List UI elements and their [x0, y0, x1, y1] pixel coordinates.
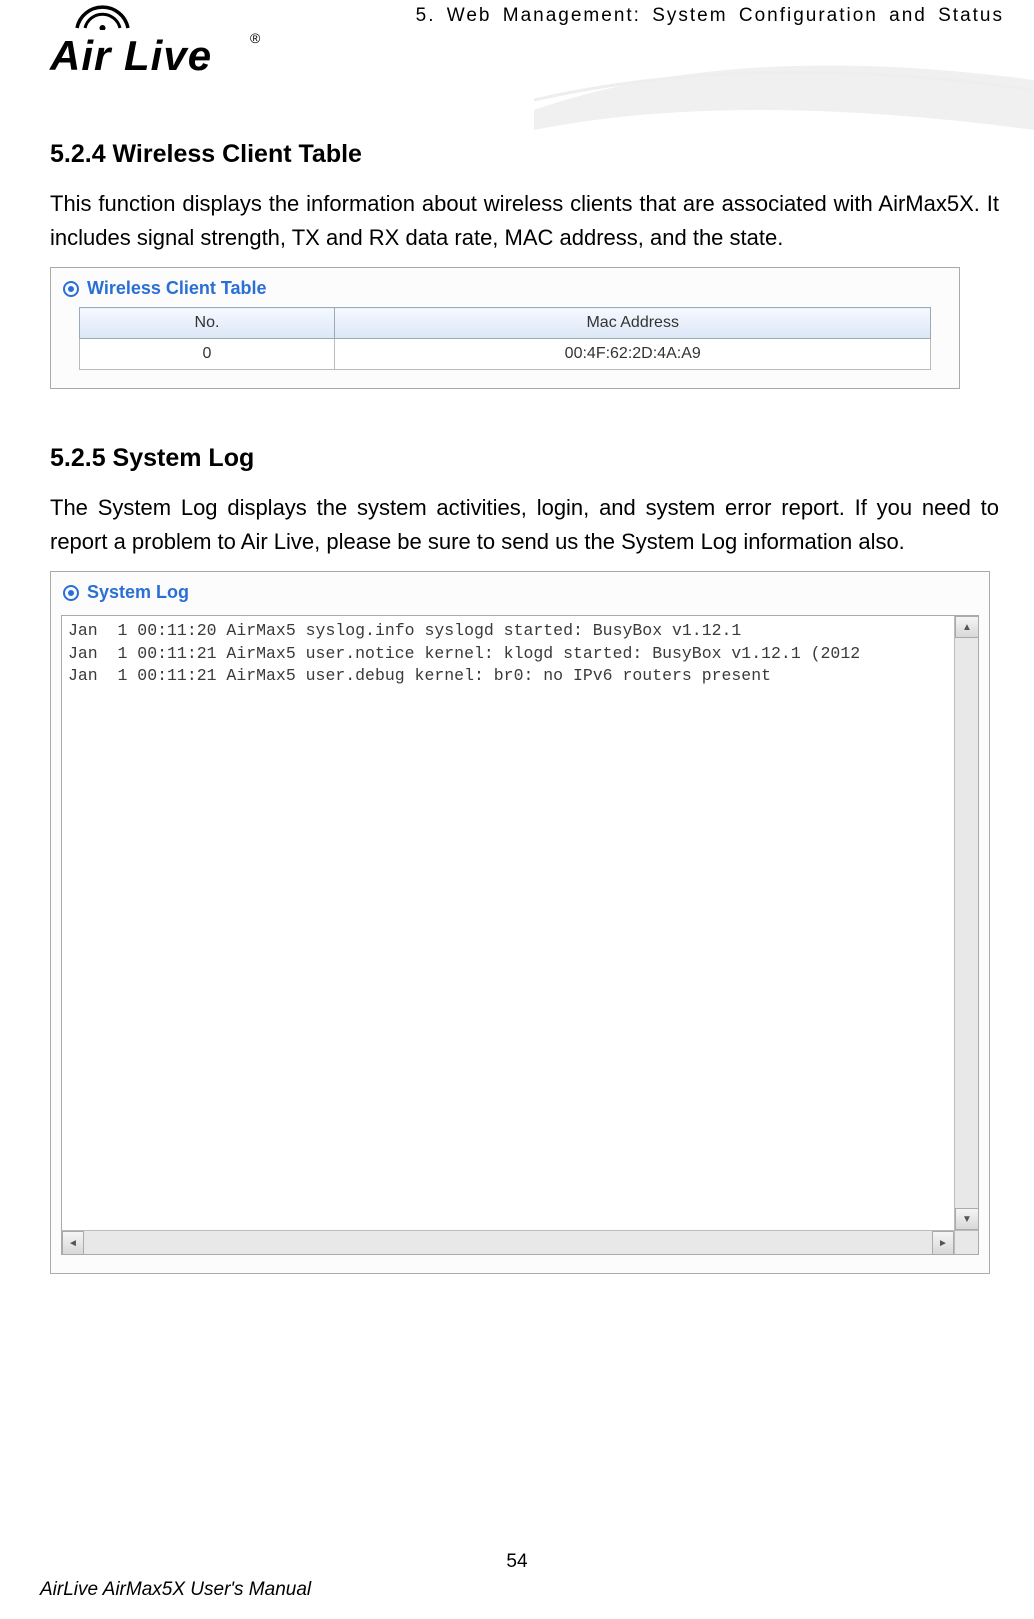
radio-selected-icon — [63, 585, 79, 601]
para-wct: This function displays the information a… — [50, 187, 999, 255]
cell-mac: 00:4F:62:2D:4A:A9 — [335, 339, 931, 370]
logo-text: Air Live — [50, 32, 212, 80]
page-footer: 54 AirLive AirMax5X User's Manual — [0, 1551, 1034, 1601]
page-content: 5.2.4 Wireless Client Table This functio… — [0, 100, 1034, 1274]
page-header: 5. Web Management: System Configuration … — [0, 0, 1034, 100]
scroll-down-icon[interactable]: ▼ — [955, 1208, 979, 1230]
col-mac: Mac Address — [335, 308, 931, 339]
log-textarea[interactable]: Jan 1 00:11:20 AirMax5 syslog.info syslo… — [61, 615, 979, 1255]
vertical-scrollbar[interactable]: ▲ ▼ — [954, 616, 978, 1230]
col-no: No. — [79, 308, 334, 339]
page-number: 54 — [40, 1551, 994, 1573]
manual-title: AirLive AirMax5X User's Manual — [40, 1579, 994, 1601]
chapter-title: 5. Web Management: System Configuration … — [416, 5, 1004, 27]
radio-selected-icon — [63, 281, 79, 297]
panel-title-log: System Log — [87, 582, 189, 603]
panel-title-wct: Wireless Client Table — [87, 278, 267, 299]
horizontal-scrollbar[interactable]: ◄ ► — [62, 1230, 954, 1254]
panel-header-row-log: System Log — [61, 578, 979, 611]
scroll-left-icon[interactable]: ◄ — [62, 1231, 84, 1255]
table-header-row: No. Mac Address — [79, 308, 930, 339]
para-syslog: The System Log displays the system activ… — [50, 491, 999, 559]
client-table: No. Mac Address 0 00:4F:62:2D:4A:A9 — [79, 307, 931, 370]
panel-header-row: Wireless Client Table — [61, 274, 949, 307]
scroll-right-icon[interactable]: ► — [932, 1231, 954, 1255]
registered-symbol: ® — [250, 30, 260, 46]
cell-no: 0 — [79, 339, 334, 370]
heading-wireless-client-table: 5.2.4 Wireless Client Table — [50, 140, 999, 169]
brand-logo: Air Live ® — [30, 0, 290, 80]
wireless-arc-icon — [75, 0, 130, 30]
table-row: 0 00:4F:62:2D:4A:A9 — [79, 339, 930, 370]
panel-system-log: System Log Jan 1 00:11:20 AirMax5 syslog… — [50, 571, 990, 1274]
scroll-corner — [954, 1230, 978, 1254]
heading-system-log: 5.2.5 System Log — [50, 444, 999, 473]
log-content: Jan 1 00:11:20 AirMax5 syslog.info syslo… — [68, 620, 950, 1226]
scroll-up-icon[interactable]: ▲ — [955, 616, 979, 638]
panel-wireless-client-table: Wireless Client Table No. Mac Address 0 … — [50, 267, 960, 389]
